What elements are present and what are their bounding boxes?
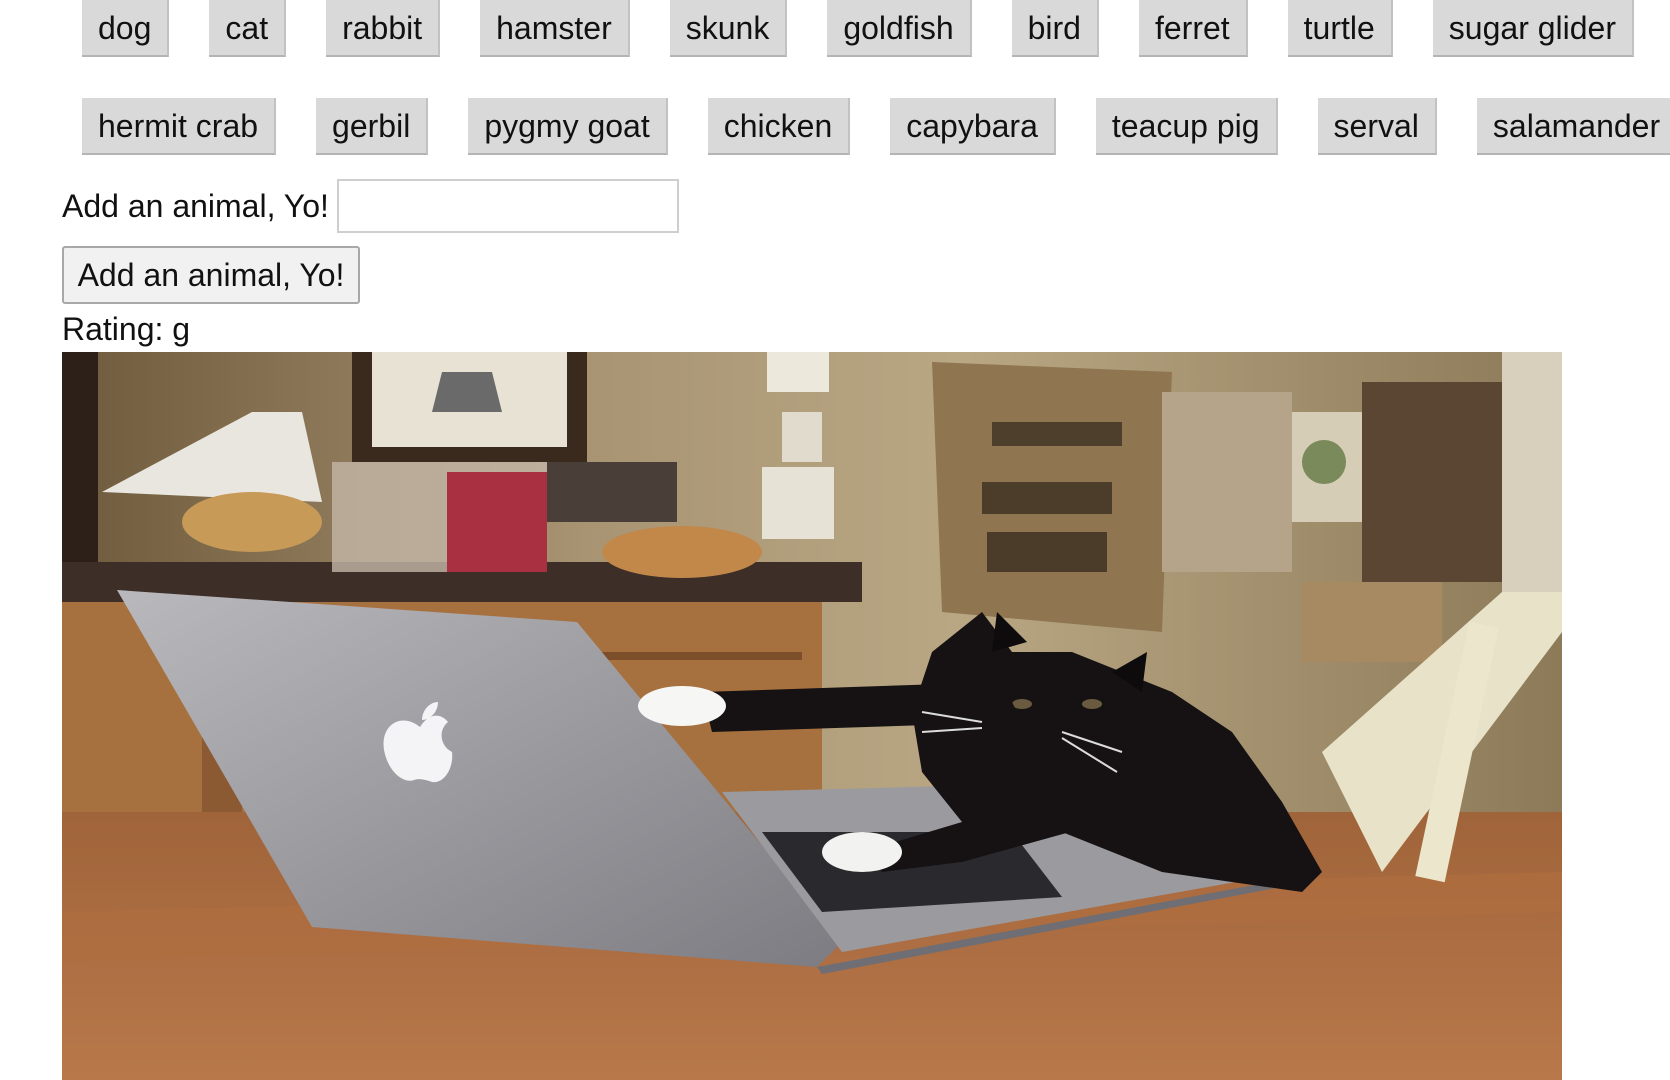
add-animal-form: Add an animal, Yo! xyxy=(62,176,679,236)
add-animal-input[interactable] xyxy=(336,179,679,233)
animal-button-dog[interactable]: dog xyxy=(82,0,170,57)
add-animal-submit-button[interactable]: Add an animal, Yo! xyxy=(62,246,360,304)
animal-button-turtle[interactable]: turtle xyxy=(1287,0,1393,57)
animal-button-capybara[interactable]: capybara xyxy=(890,98,1056,155)
animal-button-hermit-crab[interactable]: hermit crab xyxy=(82,98,277,155)
animal-button-goldfish[interactable]: goldfish xyxy=(827,0,972,57)
page: dog cat rabbit hamster skunk goldfish bi… xyxy=(0,0,1670,1080)
gif-rating: Rating: g xyxy=(62,311,191,347)
add-animal-label: Add an animal, Yo! xyxy=(62,188,329,224)
cat-typing-on-laptop-illustration xyxy=(62,352,1562,1080)
animal-button-pygmy-goat[interactable]: pygmy goat xyxy=(468,98,668,155)
animal-gif-image[interactable] xyxy=(62,352,1562,1080)
animal-button-bird[interactable]: bird xyxy=(1011,0,1099,57)
animal-button-hamster[interactable]: hamster xyxy=(480,0,630,57)
animal-button-serval[interactable]: serval xyxy=(1317,98,1437,155)
animal-button-teacup-pig[interactable]: teacup pig xyxy=(1095,98,1278,155)
animal-button-ferret[interactable]: ferret xyxy=(1138,0,1248,57)
animal-button-cat[interactable]: cat xyxy=(209,0,287,57)
animal-buttons-row-2: hermit crab gerbil pygmy goat chicken ca… xyxy=(82,98,1670,155)
animal-button-salamander[interactable]: salamander xyxy=(1476,98,1670,155)
animal-buttons-row-1: dog cat rabbit hamster skunk goldfish bi… xyxy=(82,0,1634,57)
animal-button-skunk[interactable]: skunk xyxy=(669,0,788,57)
animal-button-gerbil[interactable]: gerbil xyxy=(316,98,429,155)
animal-button-chicken[interactable]: chicken xyxy=(707,98,851,155)
animal-button-rabbit[interactable]: rabbit xyxy=(326,0,441,57)
animal-button-sugar-glider[interactable]: sugar glider xyxy=(1432,0,1634,57)
